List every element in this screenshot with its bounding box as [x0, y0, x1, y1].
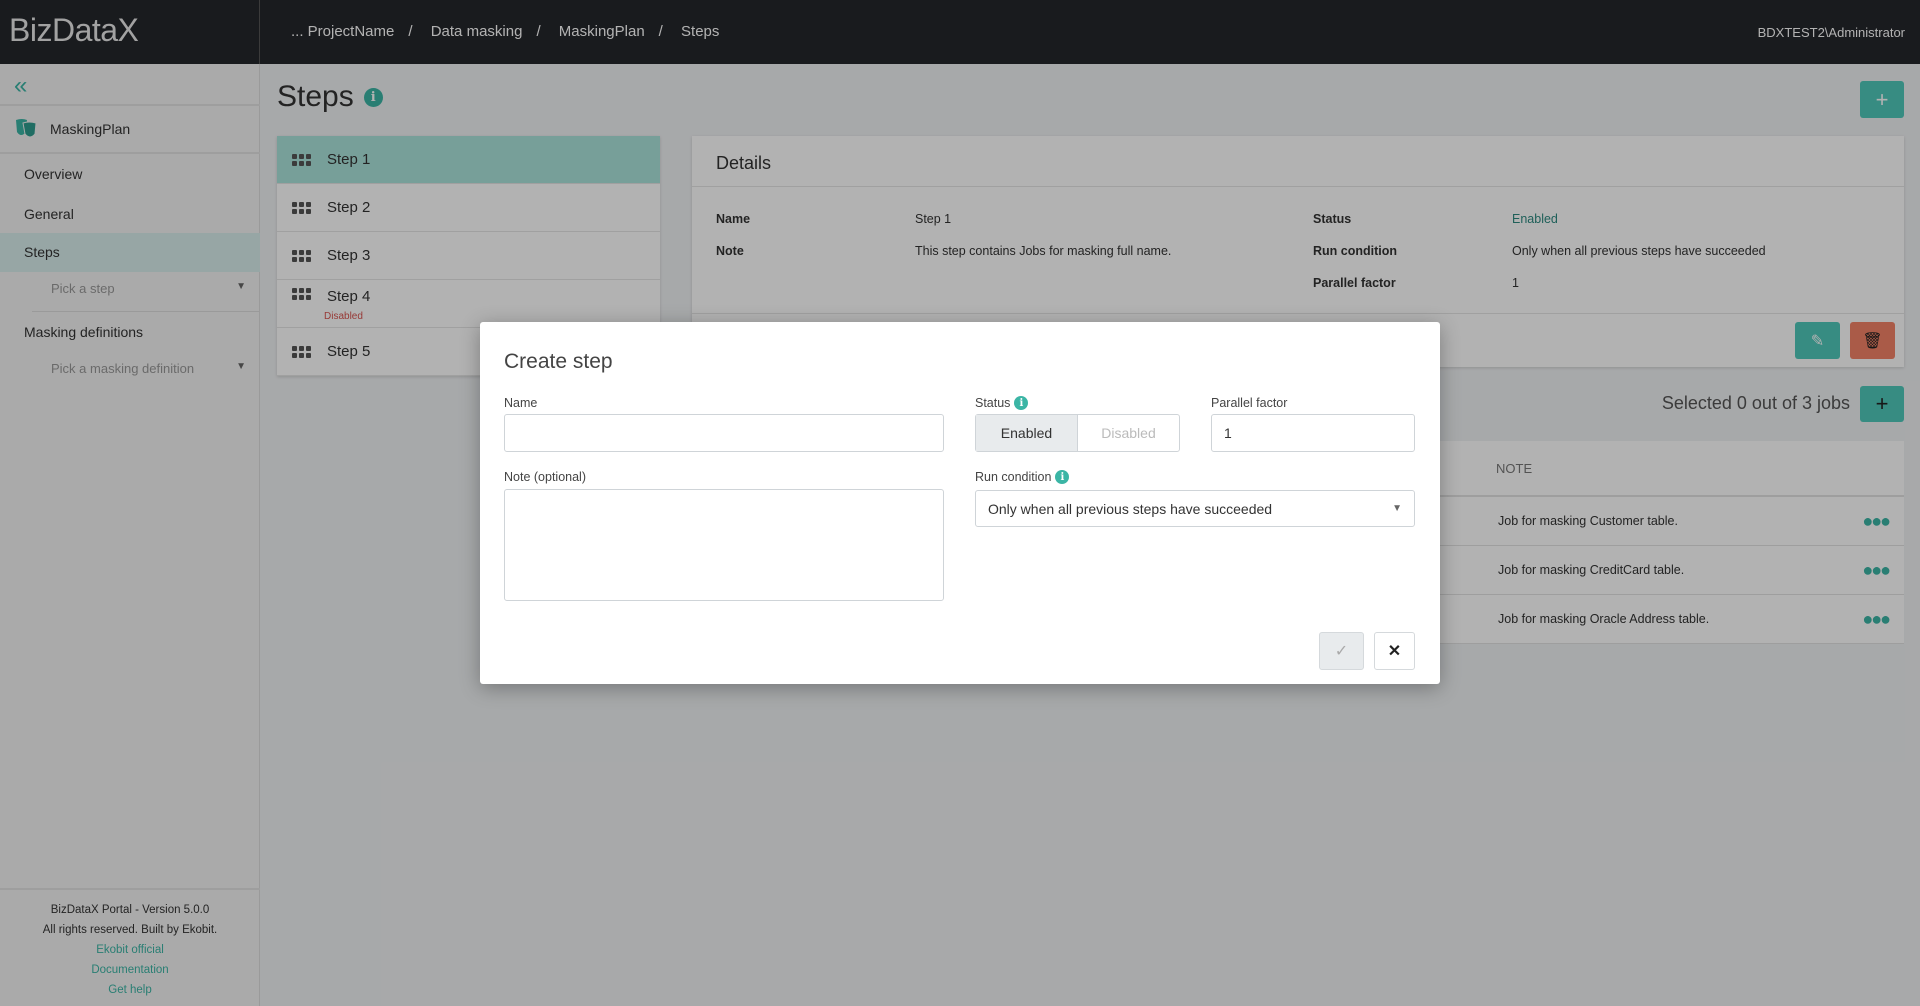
name-input[interactable]	[504, 414, 944, 452]
info-icon[interactable]: i	[1055, 470, 1070, 484]
close-icon: ✕	[1387, 643, 1402, 660]
chevron-down-icon: ▼	[1392, 503, 1402, 514]
label-text: Note (optional)	[504, 470, 586, 484]
info-icon[interactable]: i	[1014, 396, 1029, 410]
label-text: Run condition	[975, 470, 1052, 484]
cancel-button[interactable]: ✕	[1374, 632, 1415, 670]
create-step-dialog: Create step Name Status i Enabled Disable…	[480, 322, 1440, 684]
check-icon: ✓	[1334, 643, 1349, 660]
dialog-title: Create step	[504, 350, 613, 373]
parallel-factor-value: 1	[1224, 425, 1232, 441]
status-disabled-option[interactable]: Disabled	[1078, 415, 1179, 451]
name-field-label: Name	[504, 396, 537, 410]
confirm-button[interactable]: ✓	[1319, 632, 1364, 670]
parallel-factor-field-label: Parallel factor	[1211, 396, 1287, 410]
parallel-factor-input[interactable]: 1	[1211, 414, 1415, 452]
note-textarea[interactable]	[504, 489, 944, 601]
label-text: Status	[975, 396, 1011, 410]
run-condition-selected: Only when all previous steps have succee…	[988, 500, 1273, 517]
run-condition-field-label: Run condition i	[975, 470, 1070, 484]
note-field-label: Note (optional)	[504, 470, 586, 484]
run-condition-select[interactable]: Only when all previous steps have succee…	[975, 490, 1415, 527]
status-field-label: Status i	[975, 396, 1029, 410]
status-enabled-option[interactable]: Enabled	[976, 415, 1078, 451]
label-text: Name	[504, 396, 538, 410]
label-text: Parallel factor	[1211, 396, 1288, 410]
status-toggle[interactable]: Enabled Disabled	[975, 414, 1180, 452]
